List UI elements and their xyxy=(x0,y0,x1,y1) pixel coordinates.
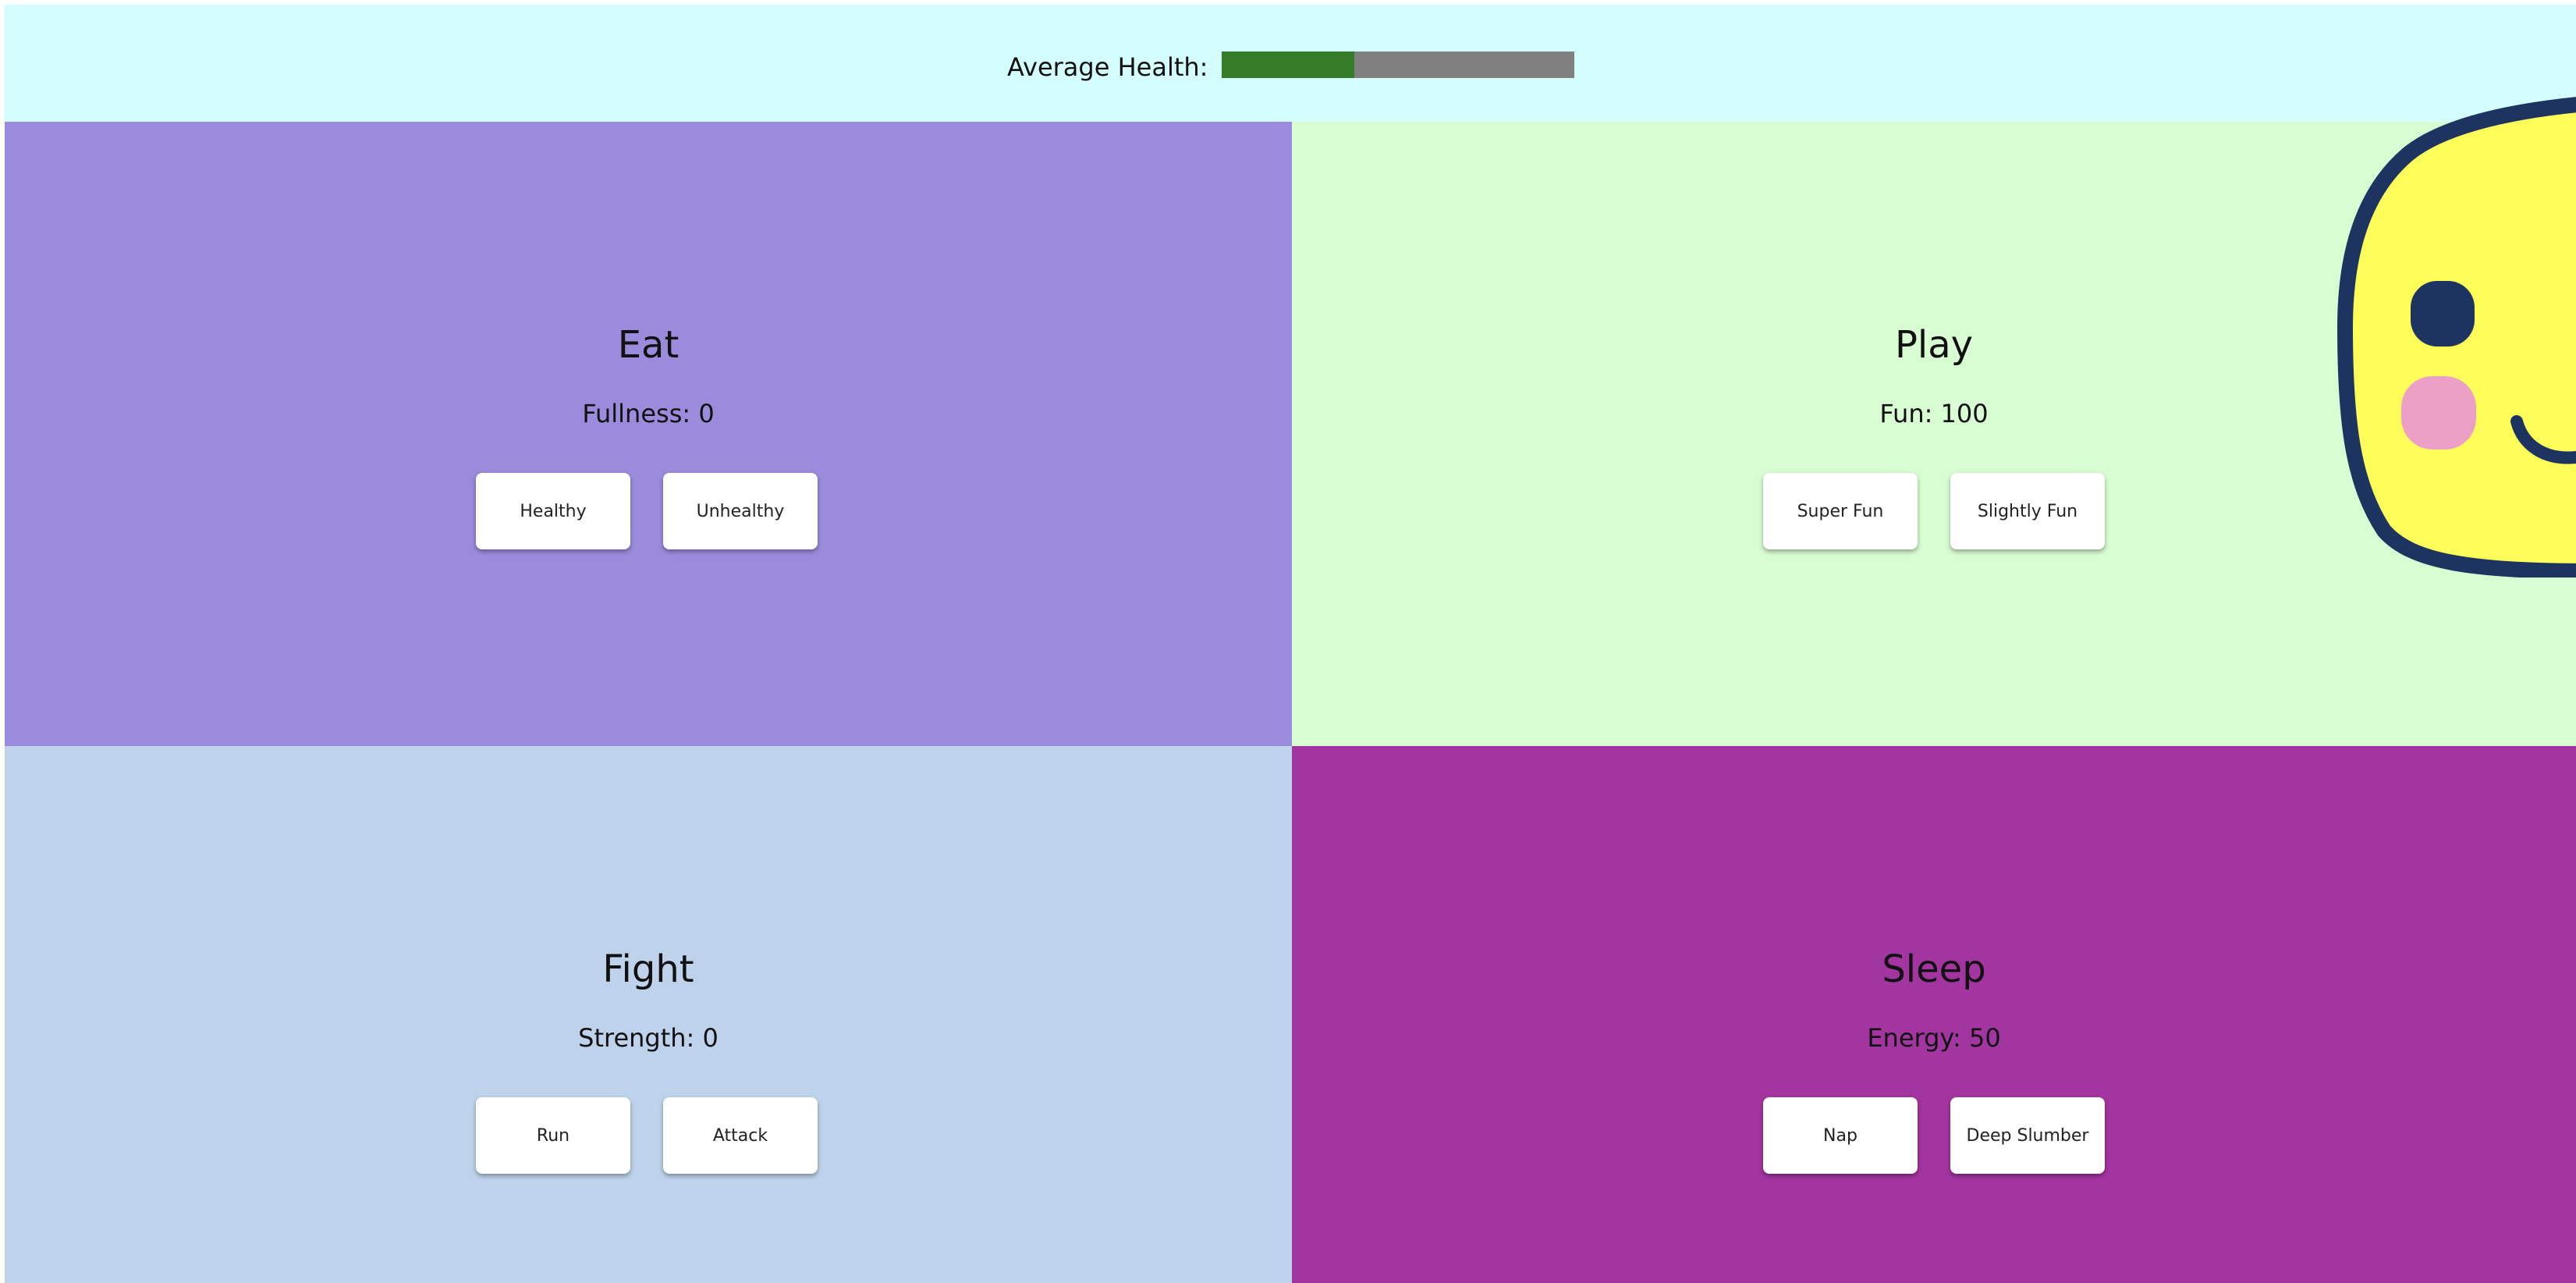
energy-stat: Energy: 50 xyxy=(1867,1023,2001,1053)
average-health-label: Average Health: xyxy=(1007,52,1208,82)
tamagotchi-app: Average Health: Eat Fullness: 0 Healthy … xyxy=(5,5,2576,1283)
super-fun-button[interactable]: Super Fun xyxy=(1763,473,1918,549)
sleep-title: Sleep xyxy=(1882,947,1986,991)
slightly-fun-button[interactable]: Slightly Fun xyxy=(1950,473,2105,549)
sleep-panel: Sleep Energy: 50 Nap Deep Slumber xyxy=(1292,746,2576,1283)
strength-stat: Strength: 0 xyxy=(578,1023,719,1053)
attack-button[interactable]: Attack xyxy=(663,1097,818,1174)
pet-face-svg xyxy=(2337,97,2576,579)
pet-face-icon[interactable] xyxy=(2337,94,2576,581)
pet-eye xyxy=(2411,281,2475,347)
average-health-fill xyxy=(1222,52,1354,78)
eat-title: Eat xyxy=(617,323,679,367)
unhealthy-button[interactable]: Unhealthy xyxy=(663,473,818,549)
pet-cheek xyxy=(2401,376,2476,450)
fight-title: Fight xyxy=(602,947,694,991)
eat-panel: Eat Fullness: 0 Healthy Unhealthy xyxy=(5,122,1292,746)
deep-slumber-button[interactable]: Deep Slumber xyxy=(1950,1097,2105,1174)
run-button[interactable]: Run xyxy=(476,1097,630,1174)
healthy-button[interactable]: Healthy xyxy=(476,473,630,549)
fullness-stat: Fullness: 0 xyxy=(582,399,715,428)
header-bar: Average Health: xyxy=(5,5,2576,122)
average-health-bar xyxy=(1222,52,1574,78)
nap-button[interactable]: Nap xyxy=(1763,1097,1918,1174)
fight-panel: Fight Strength: 0 Run Attack xyxy=(5,746,1292,1283)
